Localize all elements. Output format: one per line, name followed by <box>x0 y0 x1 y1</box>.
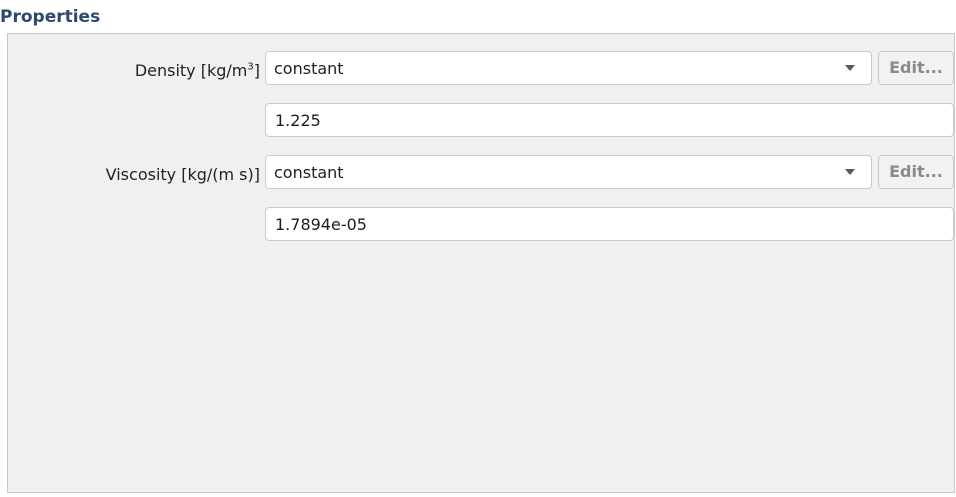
density-label: Density [kg/m3] <box>0 61 260 80</box>
density-value-field[interactable]: 1.225 <box>265 103 954 137</box>
density-value-text: 1.225 <box>275 111 321 130</box>
density-label-suffix: ] <box>253 61 260 80</box>
density-method-dropdown[interactable]: constant <box>265 51 872 85</box>
viscosity-value-field[interactable]: 1.7894e-05 <box>265 207 954 241</box>
section-title: Properties <box>0 7 101 27</box>
viscosity-edit-button[interactable]: Edit... <box>878 155 954 189</box>
viscosity-label: Viscosity [kg/(m s)] <box>105 165 260 184</box>
density-edit-label: Edit... <box>889 58 943 77</box>
chevron-down-icon <box>845 65 855 71</box>
viscosity-method-dropdown[interactable]: constant <box>265 155 872 189</box>
viscosity-method-value: constant <box>274 163 344 182</box>
density-edit-button[interactable]: Edit... <box>878 51 954 85</box>
viscosity-edit-label: Edit... <box>889 162 943 181</box>
properties-group-box <box>7 33 955 493</box>
chevron-down-icon <box>845 169 855 175</box>
density-label-text: Density [kg/m <box>134 61 248 80</box>
viscosity-value-text: 1.7894e-05 <box>275 215 367 234</box>
density-method-value: constant <box>274 59 344 78</box>
